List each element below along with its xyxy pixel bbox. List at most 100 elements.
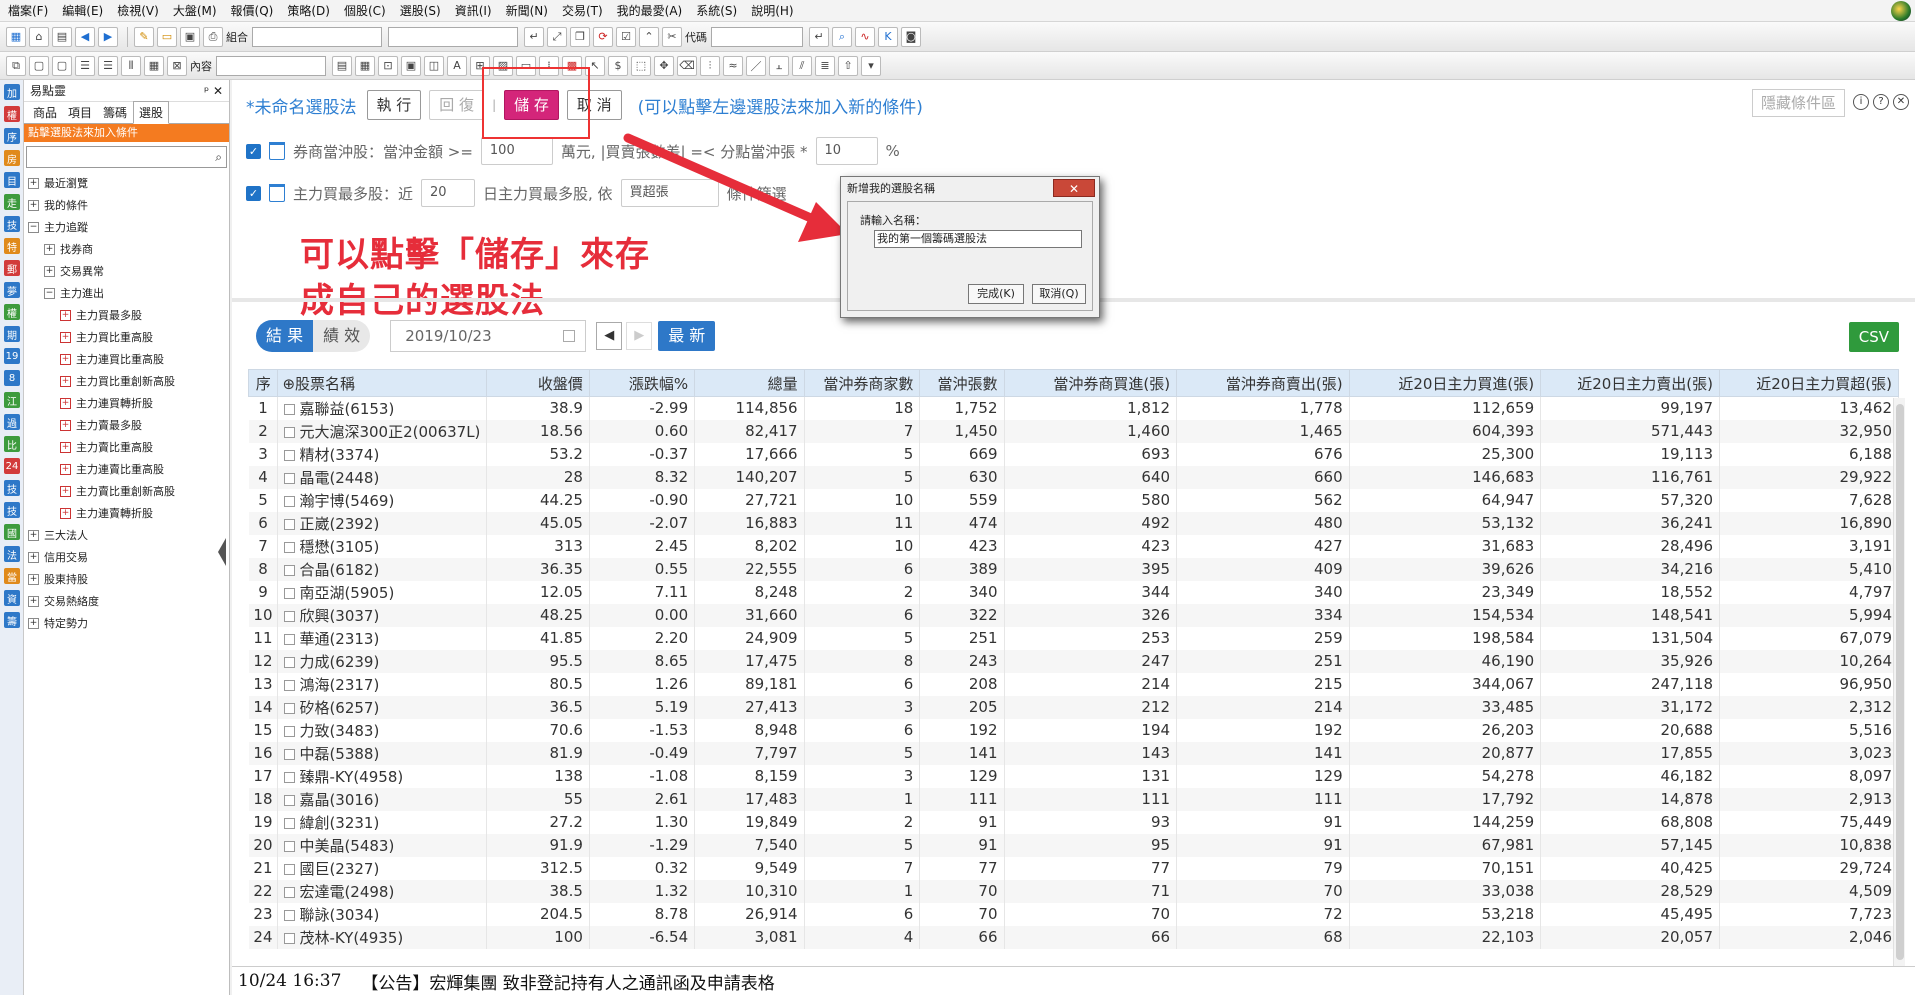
camera-icon[interactable]: ◙ (901, 26, 921, 47)
grid-icon[interactable]: ▦ (144, 55, 164, 76)
side-shortcut-icon[interactable]: 權 (4, 106, 20, 122)
ok-button[interactable]: 完成(K) (968, 284, 1024, 304)
side-shortcut-icon[interactable]: 特 (4, 238, 20, 254)
tree-node[interactable]: + 主力買比重高股 (24, 326, 229, 348)
back-icon[interactable]: ◀ (75, 26, 95, 47)
side-shortcut-icon[interactable]: 技 (4, 480, 20, 496)
stock-name-cell[interactable]: 臻鼎-KY(4958) (277, 764, 487, 788)
k-chart-icon[interactable]: K (878, 26, 898, 47)
more-icon[interactable]: ▾ (861, 55, 881, 76)
condition-checkbox[interactable]: ✓ (246, 143, 261, 159)
side-shortcut-icon[interactable]: 期 (4, 326, 20, 342)
latest-button[interactable]: 最 新 (658, 321, 716, 351)
menu-item[interactable]: 編輯(E) (62, 2, 103, 19)
row-checkbox[interactable] (284, 748, 296, 760)
combo-select-2[interactable] (388, 26, 518, 47)
row-checkbox[interactable] (284, 679, 296, 691)
condition-checkbox[interactable]: ✓ (246, 185, 261, 201)
column-header[interactable]: 近20日主力賣出(張) (1540, 369, 1721, 397)
tree-node[interactable]: + 主力連買轉折股 (24, 392, 229, 414)
search-icon[interactable]: ⌕ (215, 150, 222, 165)
tree-node[interactable]: + 我的條件 (24, 194, 229, 216)
stock-name-cell[interactable]: 嘉晶(3016) (277, 787, 487, 811)
trash-icon[interactable] (269, 184, 285, 202)
table-row[interactable]: 16 中磊(5388) 81.9 -0.49 7,797 5 141 143 141 20,877… (248, 741, 1899, 765)
forward-icon[interactable]: ▶ (98, 26, 118, 47)
tab-result[interactable]: 結 果 (256, 320, 314, 352)
strategy-leaf-icon[interactable]: + (60, 463, 71, 475)
row-checkbox[interactable] (284, 403, 296, 415)
expand-toggle-icon[interactable]: + (28, 617, 39, 629)
side-shortcut-icon[interactable]: 法 (4, 546, 20, 562)
tree-node[interactable]: + 交易熱絡度 (24, 590, 229, 612)
table-row[interactable]: 1 嘉聯益(6153) 38.9 -2.99 114,856 18 1,752 1,812 1,… (248, 396, 1899, 420)
home-icon[interactable]: ⌂ (29, 26, 49, 47)
table-row[interactable]: 12 力成(6239) 95.5 8.65 17,475 8 243 247 251 46,190… (248, 649, 1899, 673)
run-button[interactable]: 執 行 (366, 90, 422, 120)
side-shortcut-icon[interactable]: 權 (4, 304, 20, 320)
panel-tab[interactable]: 項目 (63, 102, 97, 123)
close-window-icon[interactable]: ⊠ (167, 55, 187, 76)
dollar-icon[interactable]: $ (608, 55, 628, 76)
table-row[interactable]: 20 中美晶(5483) 91.9 -1.29 7,540 5 91 95 91 67,981 57… (248, 833, 1899, 857)
table-row[interactable]: 13 鴻海(2317) 80.5 1.26 89,181 6 208 214 215 344,06… (248, 672, 1899, 696)
side-shortcut-icon[interactable]: 夢 (4, 282, 20, 298)
select-icon[interactable]: ⬚ (631, 55, 651, 76)
check-icon[interactable]: ☑ (616, 26, 636, 47)
row-checkbox[interactable] (284, 610, 296, 622)
stock-name-cell[interactable]: 宏達電(2498) (277, 879, 487, 903)
side-shortcut-icon[interactable]: 國 (4, 524, 20, 540)
side-shortcut-icon[interactable]: 加 (4, 84, 20, 100)
prev-day-button[interactable]: ◀ (596, 322, 623, 350)
strategy-leaf-icon[interactable]: + (60, 309, 71, 321)
row-checkbox[interactable] (284, 702, 296, 714)
side-shortcut-icon[interactable]: 比 (4, 436, 20, 452)
move-icon[interactable]: ✥ (654, 55, 674, 76)
expand-icon[interactable]: ⤢ (547, 26, 567, 47)
strategy-leaf-icon[interactable]: + (60, 507, 71, 519)
help-icon[interactable]: ? (1873, 94, 1889, 110)
new-file-icon[interactable]: ✎ (134, 26, 154, 47)
tree-node[interactable]: + 主力買比重創新高股 (24, 370, 229, 392)
menu-item[interactable]: 個股(C) (344, 2, 386, 19)
menu-item[interactable]: 檢視(V) (117, 2, 159, 19)
line-icon[interactable]: ／ (746, 55, 766, 76)
tree-search-input[interactable]: ⌕ (26, 146, 227, 168)
menu-item[interactable]: 檔案(F) (8, 2, 48, 19)
tree-node[interactable]: + 主力連賣比重高股 (24, 458, 229, 480)
stock-name-cell[interactable]: 茂林-KY(4935) (277, 925, 487, 949)
search-icon[interactable]: ⌕ (832, 26, 852, 47)
table-row[interactable]: 8 合晶(6182) 36.35 0.55 22,555 6 389 395 409 39,626… (248, 557, 1899, 581)
tools-icon[interactable]: ✂ (662, 26, 682, 47)
row-checkbox[interactable] (284, 541, 296, 553)
eraser-icon[interactable]: ⌫ (677, 55, 697, 76)
split-icon[interactable]: ◫ (424, 55, 444, 76)
row-checkbox[interactable] (284, 564, 296, 576)
row-checkbox[interactable] (284, 495, 296, 507)
stock-name-cell[interactable]: 鴻海(2317) (277, 672, 487, 696)
lock-icon[interactable]: ⊡ (378, 55, 398, 76)
side-shortcut-icon[interactable]: 技 (4, 216, 20, 232)
close-icon[interactable]: ✕ (1893, 94, 1909, 110)
refresh-icon[interactable]: ⟳ (593, 26, 613, 47)
stock-name-cell[interactable]: 中磊(5388) (277, 741, 487, 765)
stock-name-cell[interactable]: 國巨(2327) (277, 856, 487, 880)
table-row[interactable]: 7 穩懋(3105) 313 2.45 8,202 10 423 423 427 31,683 28… (248, 534, 1899, 558)
info-icon[interactable]: i (1853, 94, 1869, 110)
row-checkbox[interactable] (284, 794, 296, 806)
tree-node[interactable]: + 特定勢力 (24, 612, 229, 634)
calc-icon[interactable]: ▦ (355, 55, 375, 76)
scroll-thumb[interactable] (1896, 404, 1904, 960)
rows2-icon[interactable]: ☰ (98, 55, 118, 76)
frame-icon[interactable]: ▢ (52, 55, 72, 76)
hide-conditions-button[interactable]: 隱藏條件區 (1751, 89, 1845, 117)
column-header[interactable]: 收盤價 (485, 369, 590, 397)
side-shortcut-icon[interactable]: 房 (4, 150, 20, 166)
column-header[interactable]: 漲跌幅% (588, 369, 696, 397)
enter-icon[interactable]: ↵ (524, 26, 544, 47)
side-shortcut-icon[interactable]: 技 (4, 502, 20, 518)
tree-node[interactable]: − 主力進出 (24, 282, 229, 304)
stock-name-cell[interactable]: 力成(6239) (277, 649, 487, 673)
panel-tab[interactable]: 選股 (133, 101, 170, 124)
menu-item[interactable]: 說明(H) (751, 2, 793, 19)
